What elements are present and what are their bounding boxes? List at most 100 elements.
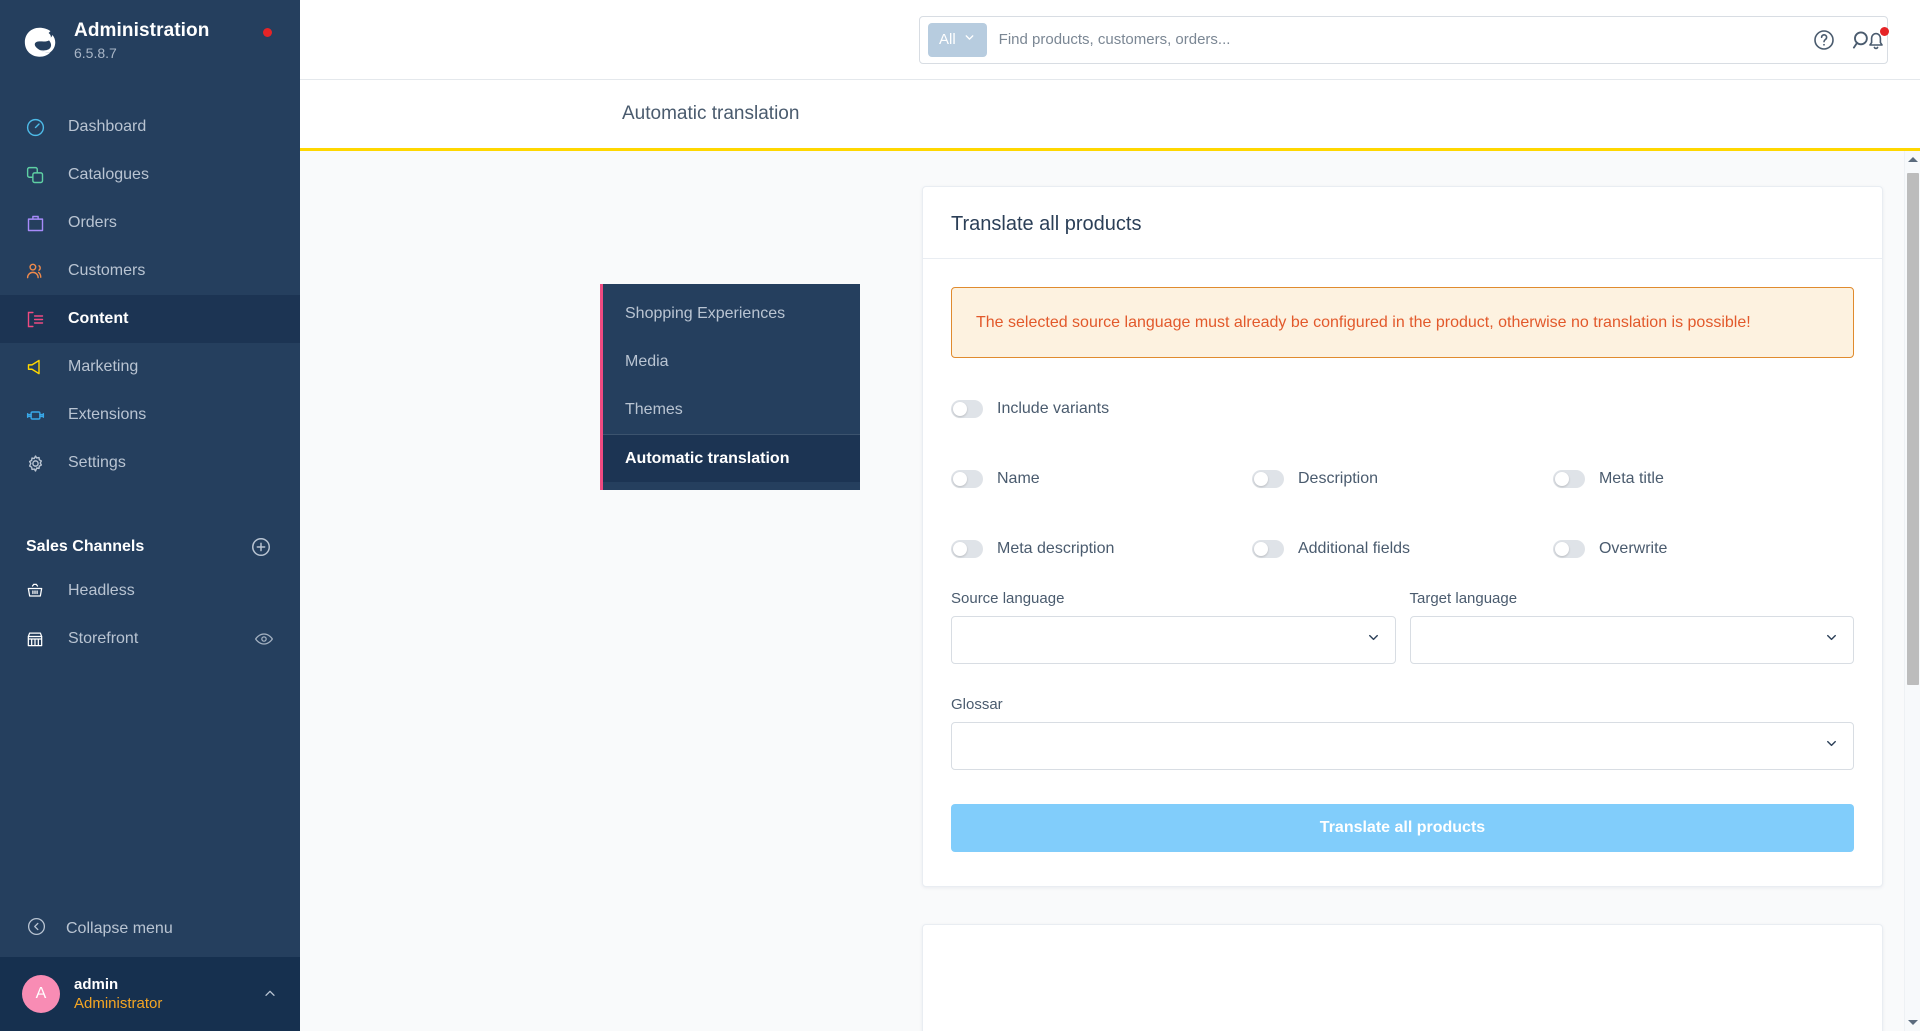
user-name: admin — [74, 976, 119, 993]
sidebar-item-marketing[interactable]: Marketing — [0, 343, 300, 391]
storefront-icon — [22, 627, 48, 651]
brand-title: Administration — [74, 20, 210, 41]
notification-badge — [1880, 26, 1889, 36]
topbar-actions — [1812, 26, 1889, 52]
update-indicator-dot — [263, 28, 272, 37]
include-variants-row: Include variants — [951, 400, 1854, 418]
toggle-label: Description — [1297, 470, 1379, 487]
search-input[interactable] — [998, 31, 1849, 48]
sidebar-item-dashboard[interactable]: Dashboard — [0, 103, 300, 151]
language-fields-row: Source language Target language — [951, 590, 1854, 664]
source-language-label: Source language — [951, 590, 1065, 607]
sidebar-item-label: Content — [68, 310, 129, 327]
toggle-label: Meta description — [997, 540, 1115, 557]
sidebar-item-content[interactable]: Content — [0, 295, 300, 343]
search-scope-dropdown[interactable]: All — [928, 22, 987, 57]
toggle-description[interactable]: Description — [1251, 470, 1553, 488]
sidebar-item-label: Marketing — [68, 358, 139, 375]
subnav-item-media[interactable]: Media — [603, 338, 860, 386]
sidebar-item-label: Extensions — [68, 406, 147, 423]
eye-icon[interactable] — [254, 629, 274, 649]
chevron-up-icon[interactable] — [262, 986, 278, 1002]
toggle-additional-fields[interactable]: Additional fields — [1251, 540, 1553, 558]
toggle-meta-title[interactable]: Meta title — [1552, 470, 1854, 488]
page-title: Automatic translation — [622, 103, 800, 124]
subnav-item-automatic-translation[interactable]: Automatic translation — [603, 434, 860, 482]
orders-icon — [22, 211, 48, 235]
plus-circle-icon[interactable] — [250, 536, 272, 558]
toggle-label: Additional fields — [1297, 540, 1411, 557]
scroll-up-arrow-icon[interactable] — [1908, 157, 1918, 162]
collapse-left-icon — [26, 916, 47, 942]
shopware-logo-icon — [22, 23, 60, 61]
chevron-down-icon — [963, 31, 976, 48]
switch-knob-icon[interactable] — [1251, 470, 1284, 488]
warning-alert: The selected source language must alread… — [951, 287, 1854, 358]
target-language-select[interactable] — [1409, 616, 1854, 664]
subnav-item-shopping-experiences[interactable]: Shopping Experiences — [603, 290, 860, 338]
sidebar-item-storefront[interactable]: Storefront — [0, 615, 300, 663]
sidebar-item-customers[interactable]: Customers — [0, 247, 300, 295]
sidebar-item-label: Catalogues — [68, 166, 149, 183]
switch-knob-icon[interactable] — [951, 400, 983, 418]
settings-icon — [22, 451, 48, 475]
switch-knob-icon[interactable] — [1552, 470, 1585, 488]
sidebar-item-orders[interactable]: Orders — [0, 199, 300, 247]
content-subnav-flyout: Shopping Experiences Media Themes Automa… — [600, 284, 860, 490]
subnav-item-themes[interactable]: Themes — [603, 386, 860, 434]
toggle-meta-description[interactable]: Meta description — [951, 540, 1252, 558]
source-language-select[interactable] — [951, 616, 1396, 664]
switch-knob-icon[interactable] — [951, 470, 983, 488]
sidebar-item-label: Orders — [68, 214, 117, 231]
translate-all-products-card: Translate all products The selected sour… — [922, 186, 1883, 887]
sidebar-item-settings[interactable]: Settings — [0, 439, 300, 487]
switch-knob-icon[interactable] — [1251, 540, 1284, 558]
switch-knob-icon[interactable] — [1552, 540, 1585, 558]
subnav-label: Media — [625, 353, 669, 370]
page-header: Automatic translation — [300, 80, 1920, 151]
basket-icon — [22, 579, 48, 603]
collapse-menu-button[interactable]: Collapse menu — [0, 901, 300, 957]
toggle-row-fields-1: Name Description Meta title — [951, 470, 1854, 488]
sidebar-item-extensions[interactable]: Extensions — [0, 391, 300, 439]
toggle-include-variants[interactable]: Include variants — [951, 400, 1109, 418]
sidebar-item-label: Headless — [68, 582, 135, 599]
brand-header[interactable]: Administration 6.5.8.7 — [0, 0, 300, 85]
sidebar-item-catalogues[interactable]: Catalogues — [0, 151, 300, 199]
global-search: All — [919, 15, 1888, 64]
subnav-label: Themes — [625, 401, 683, 418]
sales-channels-header: Sales Channels — [0, 527, 300, 567]
subnav-label: Shopping Experiences — [625, 305, 786, 322]
scroll-down-arrow-icon[interactable] — [1908, 1020, 1918, 1025]
vertical-scrollbar[interactable] — [1904, 151, 1920, 1031]
chevron-down-icon — [1366, 630, 1381, 650]
scrollbar-thumb[interactable] — [1907, 173, 1919, 685]
translate-all-products-button[interactable]: Translate all products — [951, 804, 1854, 852]
primary-navigation: Dashboard Catalogues Orders Customers Co… — [0, 103, 300, 487]
toggle-row-fields-2: Meta description Additional fields Overw… — [951, 540, 1854, 558]
brand-version: 6.5.8.7 — [74, 45, 117, 61]
main-area: All Find products, customers, orders... … — [300, 0, 1920, 1031]
toggle-overwrite[interactable]: Overwrite — [1552, 540, 1854, 558]
card-header: Translate all products — [923, 187, 1882, 259]
subnav-label: Automatic translation — [625, 449, 790, 467]
toggle-label: Name — [997, 470, 1040, 487]
collapse-menu-label: Collapse menu — [66, 920, 173, 937]
glossar-field: Glossar — [951, 696, 1854, 770]
sales-channels-heading: Sales Channels — [26, 538, 145, 555]
bell-icon[interactable] — [1864, 26, 1889, 52]
chevron-down-icon — [1824, 630, 1839, 650]
toggle-name[interactable]: Name — [951, 470, 1252, 488]
glossar-select[interactable] — [951, 722, 1854, 770]
top-bar: All — [300, 0, 1920, 80]
sidebar-item-label: Settings — [68, 454, 126, 471]
sidebar-item-headless[interactable]: Headless — [0, 567, 300, 615]
question-circle-icon[interactable] — [1812, 28, 1836, 52]
toggle-label: Overwrite — [1598, 540, 1668, 557]
dashboard-icon — [22, 115, 48, 139]
switch-knob-icon[interactable] — [951, 540, 983, 558]
user-menu[interactable]: A admin Administrator — [0, 957, 300, 1031]
toggle-label: Include variants — [997, 400, 1110, 417]
card-body: The selected source language must alread… — [923, 259, 1882, 886]
card-title: Translate all products — [951, 213, 1142, 235]
